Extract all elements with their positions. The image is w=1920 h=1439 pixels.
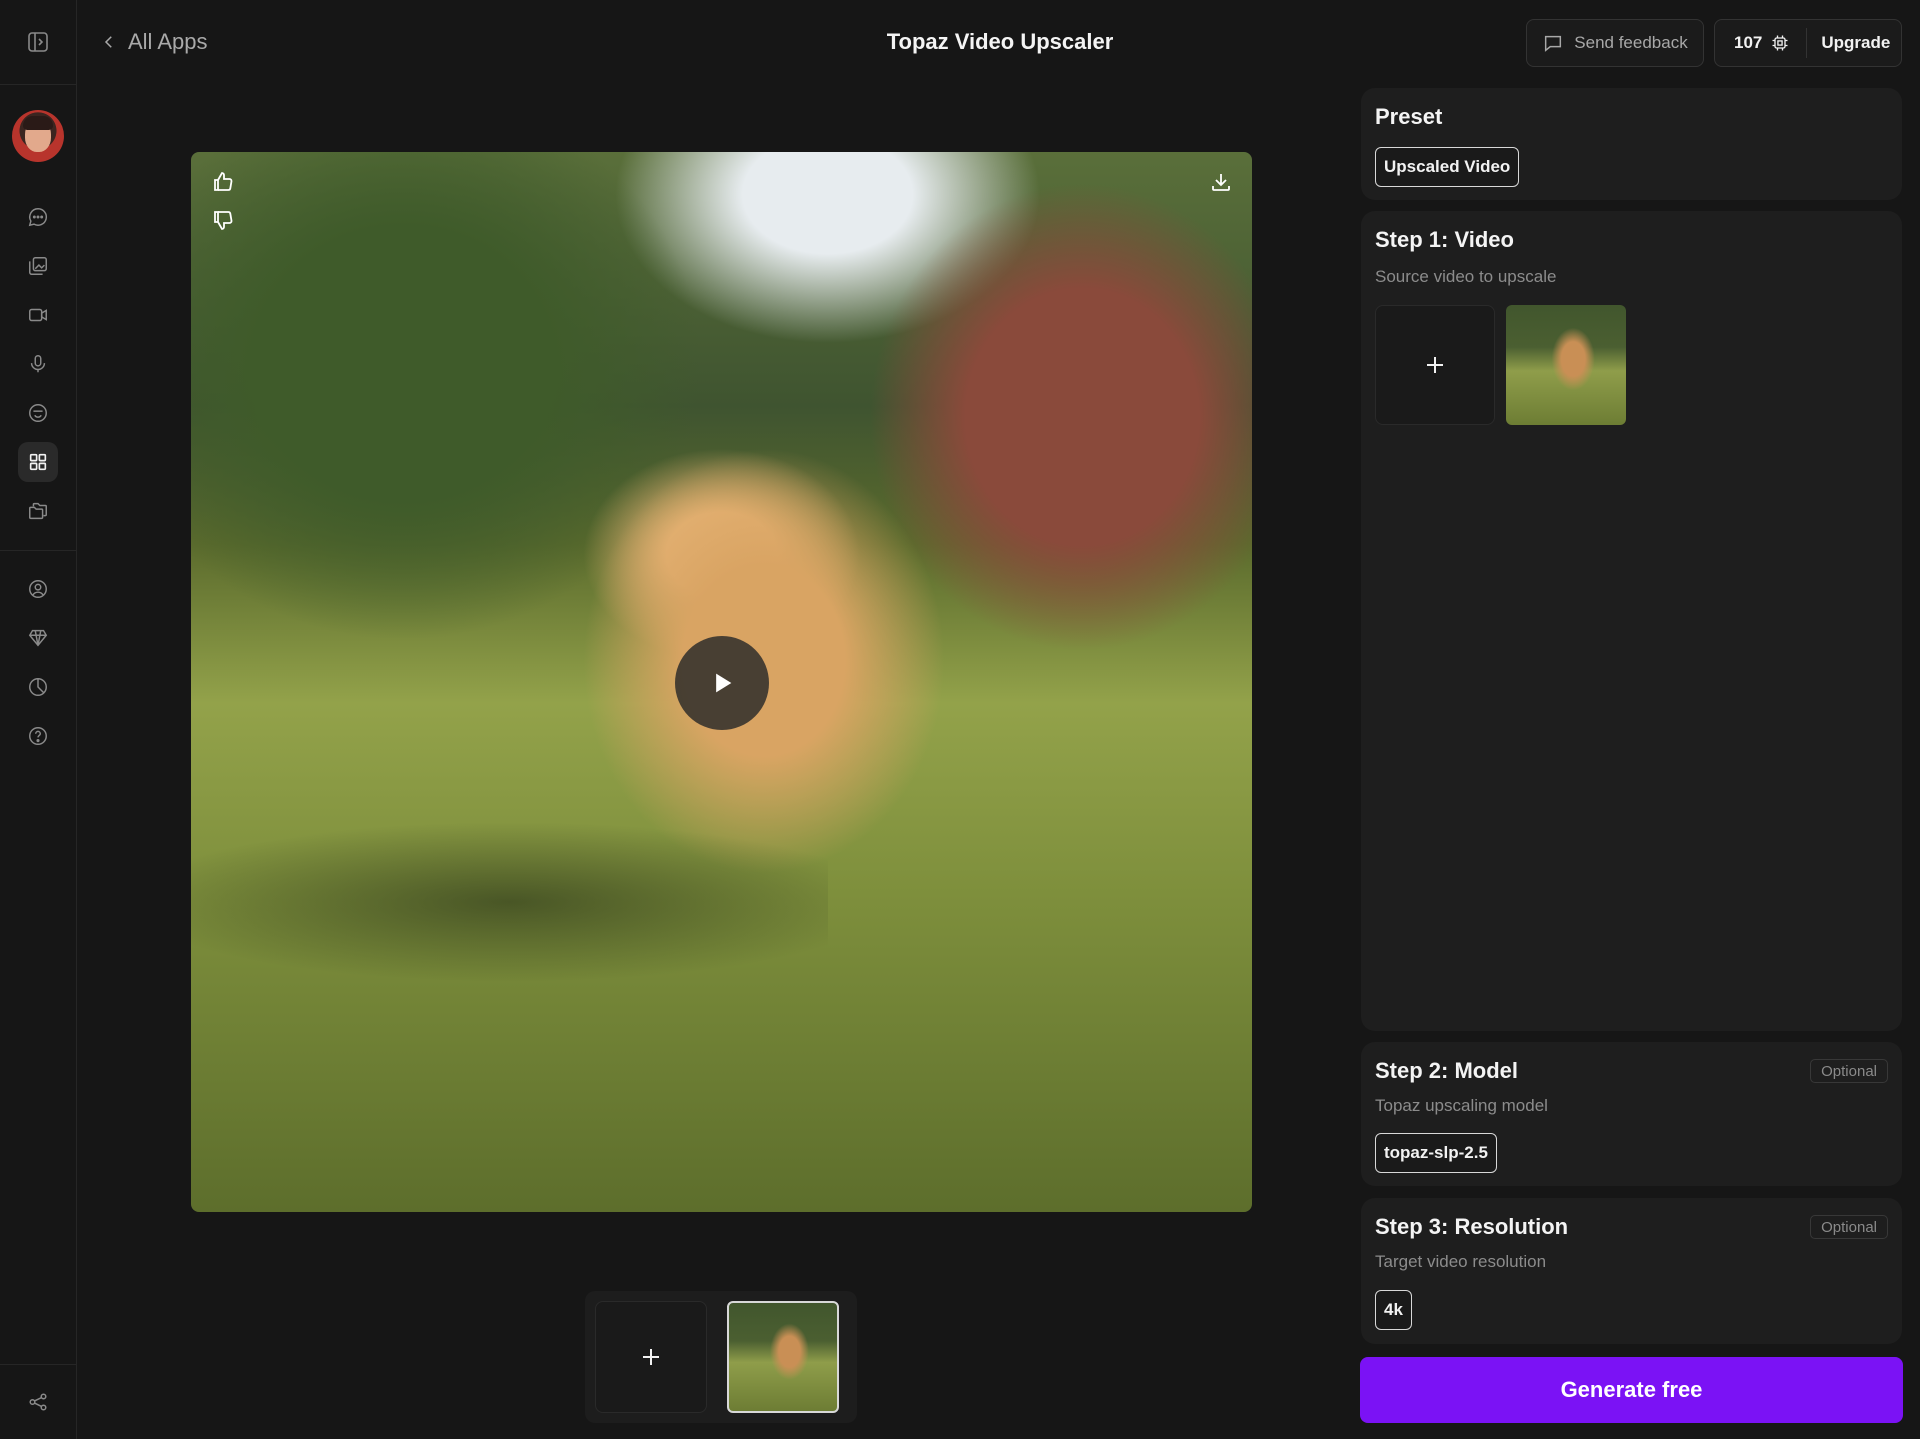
chip-icon: [1770, 33, 1790, 53]
usage-pie-icon[interactable]: [18, 667, 58, 707]
source-video-thumbnail[interactable]: [1506, 305, 1626, 425]
sidebar-divider: [0, 84, 77, 85]
avatar[interactable]: [12, 110, 64, 162]
generate-button[interactable]: Generate free: [1360, 1357, 1903, 1423]
step2-card: Step 2: Model Optional Topaz upscaling m…: [1361, 1042, 1902, 1186]
feedback-icon: [1542, 32, 1564, 54]
step2-title: Step 2: Model: [1375, 1058, 1519, 1083]
step1-subtitle: Source video to upscale: [1375, 267, 1557, 286]
plus-icon: [1423, 353, 1447, 377]
preview-image-shading: [191, 822, 828, 982]
send-feedback-label: Send feedback: [1574, 33, 1688, 52]
thumbs-up-icon[interactable]: [206, 165, 240, 199]
chevron-left-icon: [100, 33, 118, 51]
preset-card: Preset Upscaled Video: [1361, 88, 1902, 200]
page-title: Topaz Video Upscaler: [886, 29, 1114, 54]
thumbs-down-icon[interactable]: [206, 203, 240, 237]
output-strip: [585, 1291, 857, 1423]
step1-card: Step 1: Video Source video to upscale: [1361, 211, 1902, 1031]
video-icon[interactable]: [18, 295, 58, 335]
plus-icon: [639, 1345, 663, 1369]
video-preview[interactable]: [191, 152, 1252, 1212]
upgrade-button[interactable]: Upgrade: [1807, 33, 1890, 53]
preset-title: Preset: [1375, 104, 1443, 129]
smiley-icon[interactable]: [18, 393, 58, 433]
optional-badge: Optional: [1810, 1215, 1888, 1239]
download-icon[interactable]: [1204, 165, 1238, 199]
add-output-button[interactable]: [595, 1301, 707, 1413]
optional-badge: Optional: [1810, 1059, 1888, 1083]
sidebar: [0, 0, 77, 1439]
panel-toggle-icon[interactable]: [18, 22, 58, 62]
step3-card: Step 3: Resolution Optional Target video…: [1361, 1198, 1902, 1344]
play-button[interactable]: [675, 636, 769, 730]
credits-count[interactable]: 107: [1715, 28, 1808, 58]
credits-widget: 107 Upgrade: [1714, 19, 1902, 67]
sidebar-divider: [0, 1364, 77, 1365]
folders-icon[interactable]: [18, 491, 58, 531]
account-icon[interactable]: [18, 569, 58, 609]
back-to-all-apps-link[interactable]: All Apps: [100, 24, 208, 60]
apps-grid-icon[interactable]: [18, 442, 58, 482]
credits-value: 107: [1734, 33, 1763, 52]
step3-subtitle: Target video resolution: [1375, 1252, 1547, 1271]
help-icon[interactable]: [18, 716, 58, 756]
output-thumbnail[interactable]: [727, 1301, 839, 1413]
model-chip[interactable]: topaz-slp-2.5: [1375, 1133, 1497, 1173]
play-icon: [708, 669, 736, 697]
share-icon[interactable]: [18, 1382, 58, 1422]
preset-chip-upscaled-video[interactable]: Upscaled Video: [1375, 147, 1520, 187]
back-label: All Apps: [128, 29, 208, 54]
step1-title: Step 1: Video: [1375, 227, 1514, 252]
images-icon[interactable]: [18, 246, 58, 286]
microphone-icon[interactable]: [18, 344, 58, 384]
add-video-button[interactable]: [1375, 305, 1495, 425]
step2-subtitle: Topaz upscaling model: [1375, 1096, 1548, 1115]
sidebar-divider: [0, 550, 77, 551]
chat-icon[interactable]: [18, 197, 58, 237]
send-feedback-button[interactable]: Send feedback: [1526, 19, 1704, 67]
resolution-chip[interactable]: 4k: [1375, 1290, 1412, 1330]
step3-title: Step 3: Resolution: [1375, 1214, 1569, 1239]
diamond-icon[interactable]: [18, 618, 58, 658]
